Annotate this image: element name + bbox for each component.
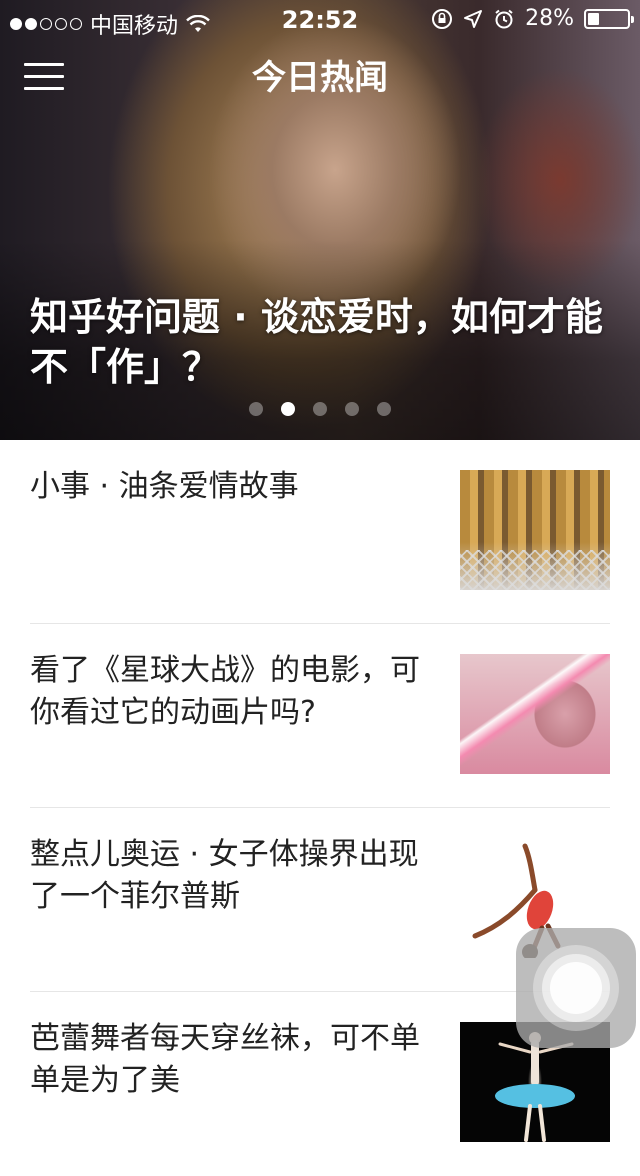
page-dot bbox=[345, 402, 359, 416]
youtiao-thumbnail bbox=[460, 470, 610, 590]
news-item[interactable]: 看了《星球大战》的电影，可你看过它的动画片吗? bbox=[0, 624, 640, 808]
news-title: 芭蕾舞者每天穿丝袜，可不单单是为了美 bbox=[30, 1021, 420, 1098]
page-dot bbox=[249, 402, 263, 416]
battery-icon bbox=[584, 8, 634, 29]
news-list: 小事 · 油条爱情故事 看了《星球大战》的电影，可你看过它的动画片吗? 整点儿奥… bbox=[0, 440, 640, 1176]
orientation-lock-icon bbox=[432, 8, 453, 29]
battery-percent: 28% bbox=[525, 6, 574, 31]
news-item[interactable]: 小事 · 油条爱情故事 bbox=[0, 440, 640, 624]
news-title: 整点儿奥运 · 女子体操界出现了一个菲尔普斯 bbox=[30, 837, 419, 914]
status-bar: 中国移动 22:52 28% bbox=[0, 0, 640, 40]
alarm-icon bbox=[495, 9, 513, 28]
status-right: 28% bbox=[431, 6, 634, 31]
page-dot bbox=[377, 402, 391, 416]
page-dot bbox=[313, 402, 327, 416]
news-title: 小事 · 油条爱情故事 bbox=[30, 469, 299, 504]
page-indicator bbox=[249, 402, 391, 416]
battery-level bbox=[588, 12, 599, 25]
page-dot-active bbox=[281, 402, 295, 416]
location-icon bbox=[464, 9, 483, 28]
assistive-touch-button[interactable] bbox=[516, 928, 636, 1048]
page-title: 今日热闻 bbox=[252, 58, 388, 98]
hero-title[interactable]: 知乎好问题 · 谈恋爱时，如何才能不「作」？ bbox=[30, 292, 620, 392]
cartoon-thumbnail bbox=[460, 654, 610, 774]
news-title: 看了《星球大战》的电影，可你看过它的动画片吗? bbox=[30, 653, 420, 730]
